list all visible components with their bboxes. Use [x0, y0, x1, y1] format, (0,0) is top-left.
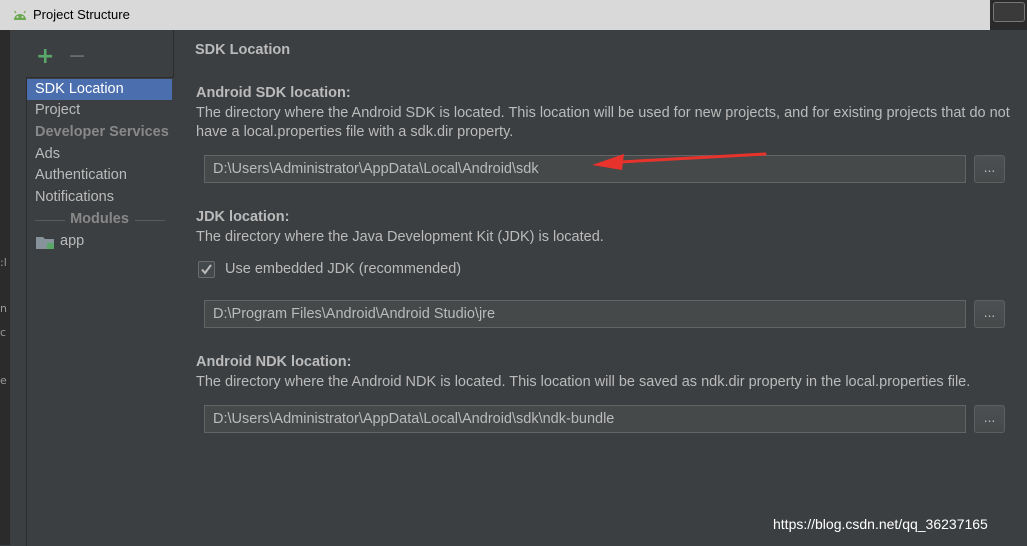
sidebar-item-ads[interactable]: Ads — [27, 144, 172, 165]
edge-fragment: :l — [0, 256, 7, 269]
module-label: app — [60, 233, 85, 249]
sidebar-item-notifications[interactable]: Notifications — [27, 187, 172, 208]
ndk-path-field[interactable]: D:\Users\Administrator\AppData\Local\And… — [204, 405, 966, 433]
ndk-section-title: Android NDK location: — [196, 354, 352, 370]
ndk-browse-button[interactable]: ... — [974, 405, 1005, 433]
add-button[interactable]: + — [36, 46, 54, 68]
sidebar-item-authentication[interactable]: Authentication — [27, 165, 172, 186]
separator-line — [135, 220, 165, 221]
sidebar-header-developer-services: Developer Services — [35, 124, 169, 140]
edge-fragment: c — [0, 326, 7, 339]
sdk-section-description: The directory where the Android SDK is l… — [196, 105, 1010, 140]
annotation-arrow — [592, 152, 767, 170]
checkmark-icon — [201, 264, 212, 275]
window-titlebar[interactable]: Project Structure — [0, 0, 991, 30]
separator-line — [35, 220, 65, 221]
main-panel: SDK Location Android SDK location: The d… — [174, 30, 1027, 545]
jdk-section-description: The directory where the Java Development… — [196, 229, 604, 245]
watermark-text: https://blog.csdn.net/qq_36237165 — [773, 516, 988, 532]
window-title: Project Structure — [33, 7, 130, 22]
embedded-jdk-label: Use embedded JDK (recommended) — [225, 261, 462, 277]
android-icon — [14, 10, 26, 20]
jdk-section-title: JDK location: — [196, 209, 290, 225]
background-window-edge: :l n c e — [0, 30, 10, 545]
modules-header: Modules — [70, 211, 129, 227]
sdk-path-field[interactable]: D:\Users\Administrator\AppData\Local\And… — [204, 155, 966, 183]
edge-fragment: e — [0, 374, 7, 387]
sidebar-item-app[interactable]: app — [27, 231, 172, 252]
edge-fragment: n — [0, 302, 7, 315]
sidebar-item-project[interactable]: Project — [27, 100, 172, 121]
remove-button[interactable]: − — [68, 46, 86, 68]
module-folder-icon — [36, 237, 54, 249]
sdk-section-title: Android SDK location: — [196, 85, 351, 101]
background-window-strip — [990, 0, 1027, 30]
sidebar: + − SDK Location Project Developer Servi… — [10, 30, 174, 546]
window-close-button[interactable] — [993, 2, 1025, 22]
sidebar-item-sdk-location[interactable]: SDK Location — [27, 79, 172, 100]
jdk-browse-button[interactable]: ... — [974, 300, 1005, 328]
page-title: SDK Location — [195, 42, 291, 58]
ndk-section-description: The directory where the Android NDK is l… — [196, 374, 971, 390]
sdk-browse-button[interactable]: ... — [974, 155, 1005, 183]
sidebar-list: SDK Location Project Developer Services … — [26, 77, 174, 546]
sidebar-separator-modules: Modules — [27, 209, 172, 230]
embedded-jdk-checkbox[interactable] — [198, 261, 215, 278]
jdk-path-field[interactable]: D:\Program Files\Android\Android Studio\… — [204, 300, 966, 328]
